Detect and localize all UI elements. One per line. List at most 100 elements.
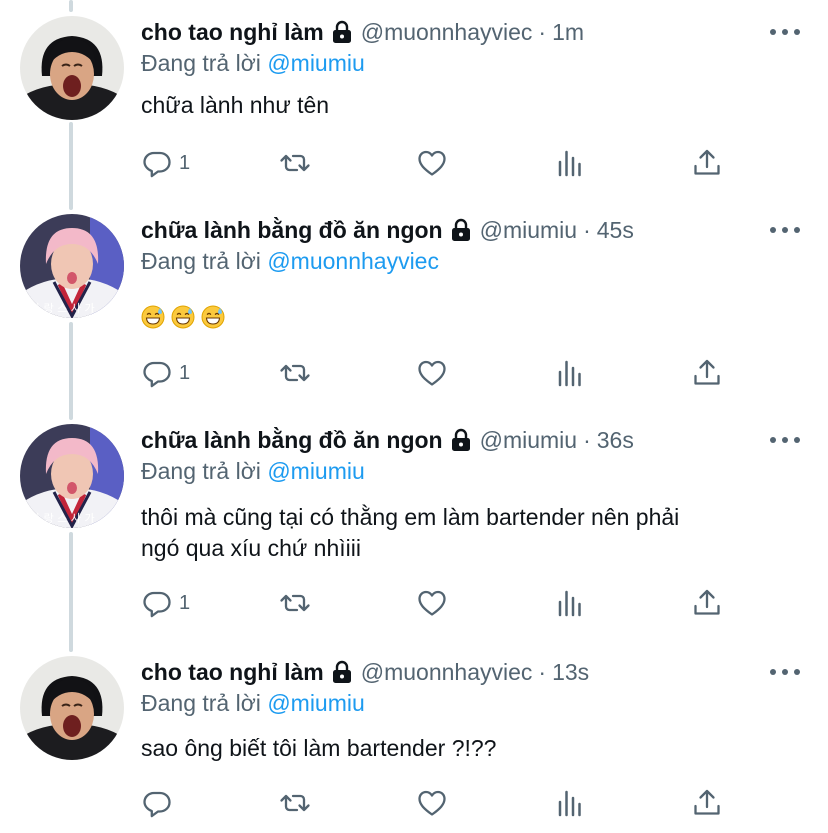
reply-count: 1	[179, 361, 191, 384]
like-icon	[416, 147, 448, 179]
reply-icon	[141, 787, 173, 819]
avatar[interactable]	[20, 214, 124, 318]
retweet-button[interactable]	[279, 786, 311, 820]
lock-icon	[450, 428, 472, 452]
retweet-icon	[279, 787, 311, 819]
author-name[interactable]: cho tao nghỉ làm	[141, 19, 324, 46]
reply-mention-link[interactable]: @miumiu	[267, 50, 364, 76]
reply-count: 1	[179, 591, 191, 614]
author-handle[interactable]: @miumiu	[480, 217, 577, 244]
avatar[interactable]	[20, 424, 124, 528]
like-icon	[416, 787, 448, 819]
reply-button[interactable]	[141, 786, 179, 820]
tweet-actions: 1	[141, 146, 731, 180]
author-handle[interactable]: @miumiu	[480, 427, 577, 454]
share-button[interactable]	[691, 356, 723, 390]
reply-icon	[141, 357, 173, 389]
reply-button[interactable]: 1	[141, 146, 190, 180]
share-button[interactable]	[691, 786, 723, 820]
tweet-text: chữa lành như tên	[141, 92, 330, 118]
stats-button[interactable]	[554, 786, 586, 820]
tweet[interactable]: chữa lành bằng đồ ăn ngon @miumiu · 45s …	[0, 214, 828, 404]
tweet-text: sao ông biết tôi làm bartender ?!??	[141, 735, 497, 761]
tweet-text-line: ngó qua xíu chứ nhìiii	[141, 535, 361, 561]
share-icon	[691, 357, 723, 389]
replying-to: Đang trả lời @miumiu	[141, 50, 365, 77]
avatar[interactable]	[20, 16, 124, 120]
reply-prefix: Đang trả lời	[141, 458, 261, 484]
retweet-button[interactable]	[279, 586, 311, 620]
author-name[interactable]: chữa lành bằng đồ ăn ngon	[141, 217, 443, 244]
reply-button[interactable]: 1	[141, 356, 190, 390]
tweet-text: thôi mà cũng tại có thằng em làm bartend…	[141, 502, 781, 564]
grinning-sweat-emoji	[141, 305, 165, 329]
reply-prefix: Đang trả lời	[141, 50, 261, 76]
tweet-text-line: thôi mà cũng tại có thằng em làm bartend…	[141, 504, 680, 530]
timestamp[interactable]: 1m	[552, 19, 584, 46]
like-button[interactable]	[416, 786, 448, 820]
retweet-button[interactable]	[279, 146, 311, 180]
separator-dot: ·	[583, 216, 591, 243]
tweet-actions: 1	[141, 586, 731, 620]
like-button[interactable]	[416, 356, 448, 390]
like-icon	[416, 587, 448, 619]
retweet-icon	[279, 147, 311, 179]
tweet[interactable]: cho tao nghỉ làm @muonnhayviec · 13s Đan…	[0, 656, 828, 833]
tweet-actions: 1	[141, 356, 731, 390]
more-icon[interactable]	[770, 430, 800, 450]
reply-mention-link[interactable]: @muonnhayviec	[267, 248, 439, 274]
author-name[interactable]: chữa lành bằng đồ ăn ngon	[141, 427, 443, 454]
tweet-header: cho tao nghỉ làm @muonnhayviec · 13s	[141, 656, 589, 688]
retweet-button[interactable]	[279, 356, 311, 390]
reply-prefix: Đang trả lời	[141, 248, 261, 274]
retweet-icon	[279, 587, 311, 619]
stats-button[interactable]	[554, 356, 586, 390]
lock-icon	[450, 218, 472, 242]
timestamp[interactable]: 13s	[552, 659, 589, 686]
avatar[interactable]	[20, 656, 124, 760]
retweet-icon	[279, 357, 311, 389]
stats-icon	[554, 787, 586, 819]
avatar-image	[20, 424, 124, 528]
timestamp[interactable]: 36s	[597, 427, 634, 454]
stats-icon	[554, 357, 586, 389]
more-icon[interactable]	[770, 220, 800, 240]
more-icon[interactable]	[770, 22, 800, 42]
thread-line	[69, 0, 73, 12]
like-button[interactable]	[416, 586, 448, 620]
tweet[interactable]: cho tao nghỉ làm @muonnhayviec · 1m Đang…	[0, 16, 828, 196]
stats-button[interactable]	[554, 586, 586, 620]
share-icon	[691, 587, 723, 619]
lock-icon	[331, 660, 353, 684]
more-icon[interactable]	[770, 662, 800, 682]
lock-icon	[331, 20, 353, 44]
like-button[interactable]	[416, 146, 448, 180]
share-button[interactable]	[691, 586, 723, 620]
separator-dot: ·	[538, 658, 547, 685]
stats-button[interactable]	[554, 146, 586, 180]
tweet-header: chữa lành bằng đồ ăn ngon @miumiu · 36s	[141, 424, 634, 456]
stats-icon	[554, 587, 586, 619]
reply-icon	[141, 147, 173, 179]
tweet-header: chữa lành bằng đồ ăn ngon @miumiu · 45s	[141, 214, 634, 246]
reply-mention-link[interactable]: @miumiu	[267, 458, 364, 484]
tweet-header: cho tao nghỉ làm @muonnhayviec · 1m	[141, 16, 584, 48]
author-handle[interactable]: @muonnhayviec	[361, 19, 533, 46]
reply-button[interactable]: 1	[141, 586, 190, 620]
reply-count: 1	[179, 151, 191, 174]
replying-to: Đang trả lời @miumiu	[141, 458, 365, 485]
author-handle[interactable]: @muonnhayviec	[361, 659, 533, 686]
author-name[interactable]: cho tao nghỉ làm	[141, 659, 324, 686]
avatar-image	[20, 214, 124, 318]
timestamp[interactable]: 45s	[597, 217, 634, 244]
replying-to: Đang trả lời @muonnhayviec	[141, 248, 439, 275]
reply-mention-link[interactable]: @miumiu	[267, 690, 364, 716]
like-icon	[416, 357, 448, 389]
reply-icon	[141, 587, 173, 619]
grinning-sweat-emoji	[171, 305, 195, 329]
avatar-image	[20, 656, 124, 760]
share-button[interactable]	[691, 146, 723, 180]
tweet[interactable]: chữa lành bằng đồ ăn ngon @miumiu · 36s …	[0, 424, 828, 634]
avatar-image	[20, 16, 124, 120]
share-icon	[691, 787, 723, 819]
